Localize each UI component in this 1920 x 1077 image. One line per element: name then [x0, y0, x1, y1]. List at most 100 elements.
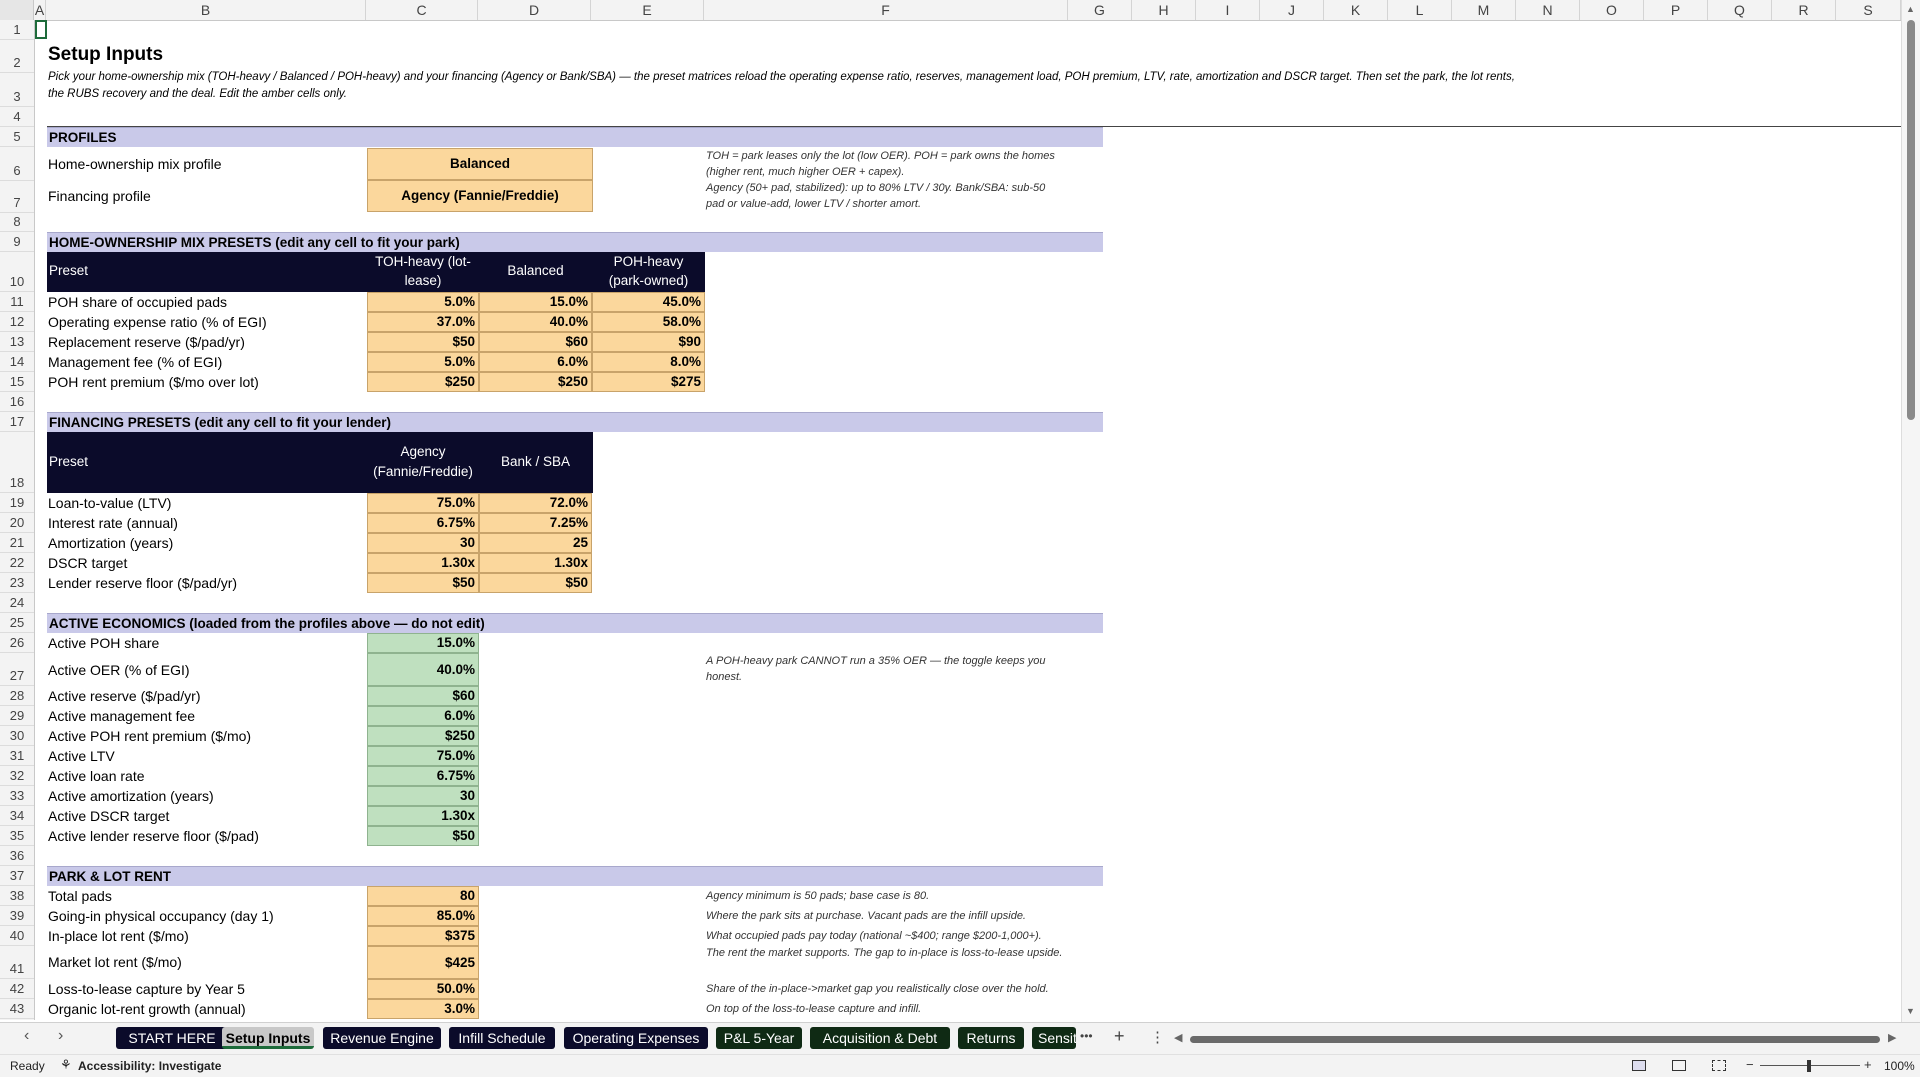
select-all-corner[interactable]: [0, 0, 34, 20]
row-header[interactable]: 7: [0, 181, 34, 213]
mix-cell-toh[interactable]: $250: [367, 372, 479, 392]
row-header[interactable]: 9: [0, 232, 34, 252]
park-input-cell[interactable]: 85.0%: [367, 906, 479, 926]
horizontal-scroll-thumb[interactable]: [1190, 1036, 1880, 1043]
accessibility-status[interactable]: Accessibility: Investigate: [78, 1059, 221, 1073]
row-header[interactable]: 6: [0, 147, 34, 181]
park-input-cell[interactable]: $375: [367, 926, 479, 946]
mix-cell-poh[interactable]: $275: [592, 372, 705, 392]
mix-cell-balanced[interactable]: 6.0%: [479, 352, 592, 372]
col-header-d[interactable]: D: [478, 0, 591, 20]
zoom-in-icon[interactable]: +: [1864, 1057, 1872, 1072]
fin-cell-bank[interactable]: 25: [479, 533, 592, 553]
col-header-a[interactable]: A: [34, 0, 46, 20]
fin-cell-agency[interactable]: 30: [367, 533, 479, 553]
zoom-slider-thumb[interactable]: [1807, 1060, 1811, 1072]
col-header-c[interactable]: C: [366, 0, 478, 20]
row-header[interactable]: 8: [0, 213, 34, 232]
row-header[interactable]: 18: [0, 432, 34, 493]
mix-profile-select[interactable]: Balanced: [367, 148, 593, 180]
col-header-e[interactable]: E: [591, 0, 704, 20]
park-input-cell[interactable]: 80: [367, 886, 479, 906]
accessibility-icon[interactable]: ⚘: [60, 1057, 72, 1073]
row-header[interactable]: 5: [0, 127, 34, 147]
next-sheet-icon[interactable]: ›: [58, 1027, 63, 1045]
col-header-m[interactable]: M: [1452, 0, 1516, 20]
row-header[interactable]: 41: [0, 946, 34, 979]
col-header-r[interactable]: R: [1772, 0, 1836, 20]
row-header[interactable]: 12: [0, 312, 34, 332]
row-header[interactable]: 34: [0, 806, 34, 826]
mix-cell-poh[interactable]: $90: [592, 332, 705, 352]
row-header[interactable]: 33: [0, 786, 34, 806]
scroll-down-icon[interactable]: ▼: [1906, 1006, 1915, 1016]
row-header[interactable]: 15: [0, 372, 34, 392]
row-header[interactable]: 40: [0, 926, 34, 946]
col-header-i[interactable]: I: [1196, 0, 1260, 20]
col-header-j[interactable]: J: [1260, 0, 1324, 20]
mix-cell-toh[interactable]: 5.0%: [367, 352, 479, 372]
row-header[interactable]: 32: [0, 766, 34, 786]
row-header[interactable]: 25: [0, 613, 34, 633]
hscroll-left-icon[interactable]: ◀: [1174, 1031, 1182, 1044]
row-header[interactable]: 2: [0, 40, 34, 73]
tab-menu-icon[interactable]: ⋮: [1150, 1028, 1165, 1046]
row-header[interactable]: 21: [0, 533, 34, 553]
tab-pl-5-year[interactable]: P&L 5-Year: [716, 1027, 802, 1049]
col-header-o[interactable]: O: [1580, 0, 1644, 20]
prev-sheet-icon[interactable]: ‹: [24, 1027, 29, 1045]
row-header[interactable]: 1: [0, 20, 34, 40]
col-header-g[interactable]: G: [1068, 0, 1132, 20]
row-header[interactable]: 38: [0, 886, 34, 906]
row-header[interactable]: 42: [0, 979, 34, 999]
fin-cell-bank[interactable]: 7.25%: [479, 513, 592, 533]
row-header[interactable]: 29: [0, 706, 34, 726]
row-header[interactable]: 39: [0, 906, 34, 926]
col-header-l[interactable]: L: [1388, 0, 1452, 20]
row-header[interactable]: 26: [0, 633, 34, 653]
col-header-s[interactable]: S: [1836, 0, 1901, 20]
vertical-scrollbar[interactable]: ▲ ▼: [1901, 0, 1920, 1022]
col-header-n[interactable]: N: [1516, 0, 1580, 20]
col-header-h[interactable]: H: [1132, 0, 1196, 20]
row-header[interactable]: 35: [0, 826, 34, 846]
fin-cell-agency[interactable]: 6.75%: [367, 513, 479, 533]
mix-cell-balanced[interactable]: $250: [479, 372, 592, 392]
zoom-level[interactable]: 100%: [1884, 1059, 1915, 1073]
row-header[interactable]: 17: [0, 412, 34, 432]
row-header[interactable]: 31: [0, 746, 34, 766]
more-tabs-icon[interactable]: •••: [1080, 1029, 1093, 1043]
row-header[interactable]: 36: [0, 846, 34, 866]
mix-cell-balanced[interactable]: $60: [479, 332, 592, 352]
fin-cell-bank[interactable]: 1.30x: [479, 553, 592, 573]
row-header[interactable]: 28: [0, 686, 34, 706]
fin-cell-bank[interactable]: 72.0%: [479, 493, 592, 513]
col-header-p[interactable]: P: [1644, 0, 1708, 20]
col-header-q[interactable]: Q: [1708, 0, 1772, 20]
row-header[interactable]: 23: [0, 573, 34, 593]
col-header-f[interactable]: F: [704, 0, 1068, 20]
col-header-b[interactable]: B: [46, 0, 366, 20]
page-layout-view-icon[interactable]: [1672, 1060, 1686, 1071]
selected-cell-a1[interactable]: [35, 20, 47, 39]
tab-setup-inputs[interactable]: Setup Inputs: [222, 1027, 314, 1049]
tab-sensitivity[interactable]: Sensit: [1032, 1027, 1076, 1049]
fin-cell-agency[interactable]: $50: [367, 573, 479, 593]
row-header[interactable]: 37: [0, 866, 34, 886]
park-input-cell[interactable]: 3.0%: [367, 999, 479, 1019]
row-header[interactable]: 27: [0, 653, 34, 686]
vertical-scroll-thumb[interactable]: [1907, 20, 1915, 420]
page-break-view-icon[interactable]: [1712, 1060, 1726, 1071]
add-sheet-icon[interactable]: +: [1114, 1026, 1125, 1047]
row-header[interactable]: 14: [0, 352, 34, 372]
mix-cell-poh[interactable]: 45.0%: [592, 292, 705, 312]
tab-operating-expenses[interactable]: Operating Expenses: [564, 1027, 708, 1049]
row-header[interactable]: 22: [0, 553, 34, 573]
zoom-out-icon[interactable]: −: [1746, 1057, 1754, 1072]
row-header[interactable]: 13: [0, 332, 34, 352]
tab-acquisition-debt[interactable]: Acquisition & Debt: [810, 1027, 950, 1049]
tab-returns[interactable]: Returns: [958, 1027, 1024, 1049]
mix-cell-balanced[interactable]: 15.0%: [479, 292, 592, 312]
park-input-cell[interactable]: 50.0%: [367, 979, 479, 999]
mix-cell-toh[interactable]: $50: [367, 332, 479, 352]
